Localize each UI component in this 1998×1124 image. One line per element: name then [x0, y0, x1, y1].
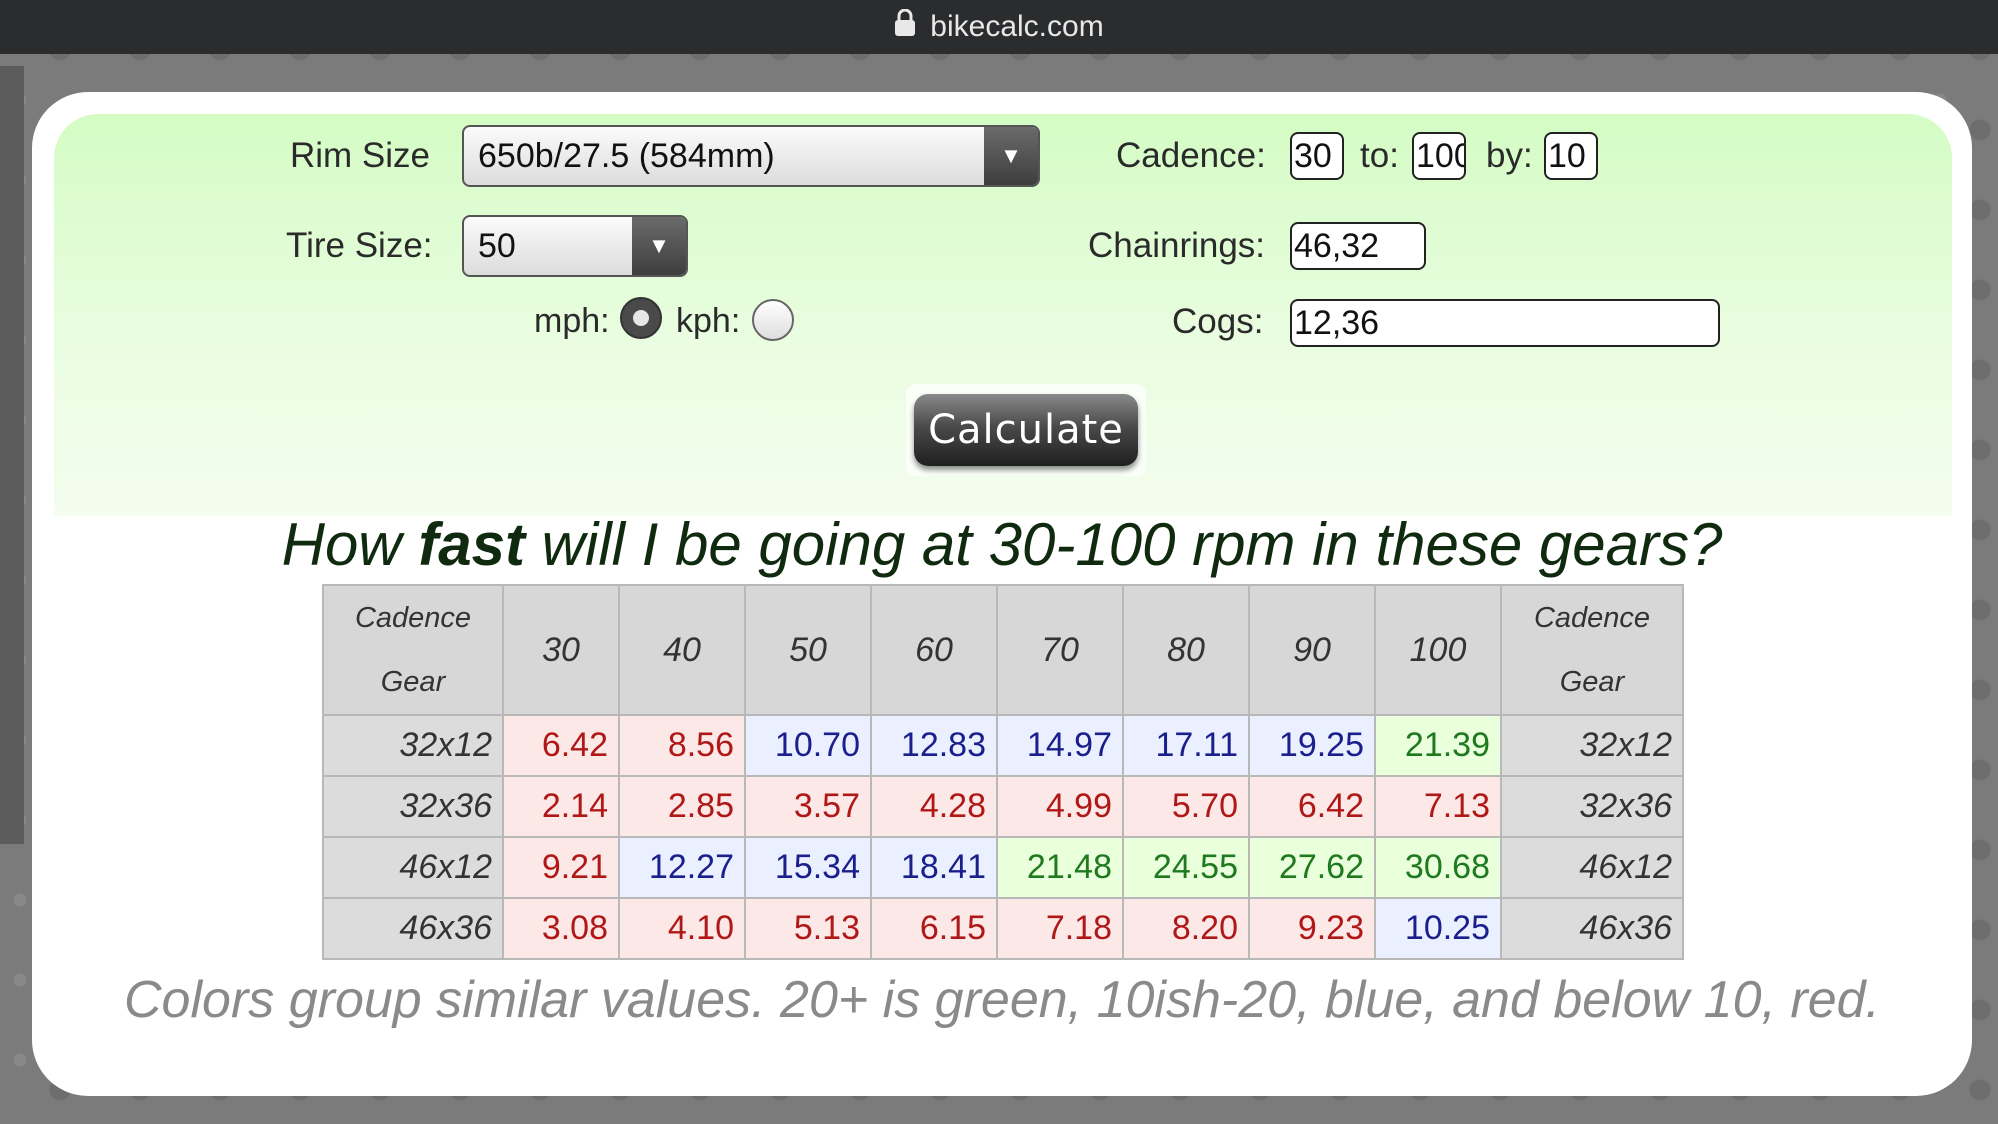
rim-size-value: 650b/27.5 (584mm)	[478, 136, 775, 175]
table-header-row: Cadence Gear 30 40 50 60 70 80 90 100 Cadence Gea…	[322, 584, 1684, 716]
rim-size-label: Rim Size	[290, 136, 431, 175]
speed-table: Cadence Gear 30 40 50 60 70 80 90 100 Cadence Gea…	[322, 584, 1684, 960]
cadence-column-header: 30	[502, 584, 620, 716]
speed-cell: 9.21	[502, 836, 620, 899]
speed-cell: 24.55	[1122, 836, 1250, 899]
speed-cell: 21.39	[1374, 714, 1502, 777]
cogs-input[interactable]: 12,36	[1290, 299, 1720, 347]
calculator-form: Rim Size 650b/27.5 (584mm) ▼ Tire Size: …	[54, 114, 1952, 516]
cadence-to-label: to:	[1360, 136, 1399, 175]
headline-emphasis: fast	[418, 511, 526, 578]
cadence-from-input[interactable]: 30	[1290, 132, 1344, 180]
cadence-column-header: 90	[1248, 584, 1376, 716]
tire-size-label: Tire Size:	[286, 226, 433, 265]
left-edge-panel	[0, 66, 24, 844]
corner-header-right: Cadence Gear	[1500, 584, 1684, 716]
speed-cell: 14.97	[996, 714, 1124, 777]
cadence-column-header: 70	[996, 584, 1124, 716]
page-headline: How fast will I be going at 30-100 rpm i…	[32, 510, 1972, 579]
gear-header-label: Gear	[1559, 666, 1625, 698]
speed-cell: 17.11	[1122, 714, 1250, 777]
chainrings-input[interactable]: 46,32	[1290, 222, 1426, 270]
cadence-column-header: 40	[618, 584, 746, 716]
speed-cell: 3.57	[744, 775, 872, 838]
cogs-label: Cogs:	[1172, 302, 1264, 341]
corner-header-left: Cadence Gear	[322, 584, 504, 716]
speed-cell: 6.15	[870, 897, 998, 960]
speed-cell: 10.70	[744, 714, 872, 777]
speed-cell: 18.41	[870, 836, 998, 899]
color-legend-note: Colors group similar values. 20+ is gree…	[124, 971, 1880, 1029]
speed-cell: 12.27	[618, 836, 746, 899]
gear-label: 32x36	[322, 775, 504, 838]
speed-cell: 9.23	[1248, 897, 1376, 960]
speed-cell: 8.20	[1122, 897, 1250, 960]
cadence-column-header: 100	[1374, 584, 1502, 716]
speed-cell: 8.56	[618, 714, 746, 777]
speed-cell: 6.42	[1248, 775, 1376, 838]
kph-label: kph:	[676, 302, 741, 340]
headline-start: How	[281, 511, 419, 578]
cadence-label: Cadence:	[1116, 136, 1266, 175]
speed-cell: 5.13	[744, 897, 872, 960]
cadence-column-header: 60	[870, 584, 998, 716]
tire-size-value: 50	[478, 226, 516, 265]
cadence-by-label: by:	[1486, 136, 1533, 175]
cadence-column-header: 50	[744, 584, 872, 716]
chainrings-label: Chainrings:	[1088, 226, 1266, 265]
gear-label: 32x12	[1500, 714, 1684, 777]
speed-cell: 15.34	[744, 836, 872, 899]
cadence-header-label: Cadence	[1533, 602, 1651, 634]
cadence-column-header: 80	[1122, 584, 1250, 716]
lock-icon	[894, 8, 916, 45]
gear-label: 32x36	[1500, 775, 1684, 838]
chevron-down-icon: ▼	[632, 217, 686, 275]
speed-cell: 21.48	[996, 836, 1124, 899]
speed-cell: 2.14	[502, 775, 620, 838]
speed-cell: 4.99	[996, 775, 1124, 838]
table-row: 46x12 9.21 12.27 15.34 18.41 21.48 24.55 27.62 3…	[322, 836, 1684, 899]
rim-size-select[interactable]: 650b/27.5 (584mm) ▼	[462, 125, 1040, 187]
speed-cell: 12.83	[870, 714, 998, 777]
kph-radio[interactable]	[752, 299, 794, 341]
gear-header-label: Gear	[380, 666, 446, 698]
tire-size-select[interactable]: 50 ▼	[462, 215, 688, 277]
speed-cell: 5.70	[1122, 775, 1250, 838]
url-bar[interactable]: bikecalc.com	[0, 0, 1998, 54]
speed-cell: 4.10	[618, 897, 746, 960]
gear-label: 46x12	[1500, 836, 1684, 899]
gear-label: 46x12	[322, 836, 504, 899]
speed-cell: 6.42	[502, 714, 620, 777]
chevron-down-icon: ▼	[984, 127, 1038, 185]
cadence-to-input[interactable]: 100	[1412, 132, 1466, 180]
gear-label: 32x12	[322, 714, 504, 777]
table-row: 32x12 6.42 8.56 10.70 12.83 14.97 17.11 19.25 21…	[322, 714, 1684, 777]
speed-cell: 19.25	[1248, 714, 1376, 777]
speed-cell: 10.25	[1374, 897, 1502, 960]
calculator-card: Rim Size 650b/27.5 (584mm) ▼ Tire Size: …	[32, 92, 1972, 1096]
table-row: 46x36 3.08 4.10 5.13 6.15 7.18 8.20 9.23 10.25 46…	[322, 897, 1684, 960]
calculate-button-frame: Calculate	[906, 384, 1146, 476]
gear-label: 46x36	[322, 897, 504, 960]
speed-cell: 2.85	[618, 775, 746, 838]
table-row: 32x36 2.14 2.85 3.57 4.28 4.99 5.70 6.42 7.13 32x…	[322, 775, 1684, 838]
url-text: bikecalc.com	[930, 10, 1104, 43]
mph-label: mph:	[534, 302, 610, 340]
calculate-button[interactable]: Calculate	[914, 394, 1138, 466]
headline-end: will I be going at 30-100 rpm in these g…	[525, 511, 1723, 578]
gear-label: 46x36	[1500, 897, 1684, 960]
speed-cell: 7.13	[1374, 775, 1502, 838]
speed-cell: 3.08	[502, 897, 620, 960]
speed-cell: 27.62	[1248, 836, 1376, 899]
speed-cell: 7.18	[996, 897, 1124, 960]
mph-radio[interactable]	[620, 297, 662, 339]
cadence-by-input[interactable]: 10	[1544, 132, 1598, 180]
speed-cell: 4.28	[870, 775, 998, 838]
speed-cell: 30.68	[1374, 836, 1502, 899]
cadence-header-label: Cadence	[354, 602, 472, 634]
